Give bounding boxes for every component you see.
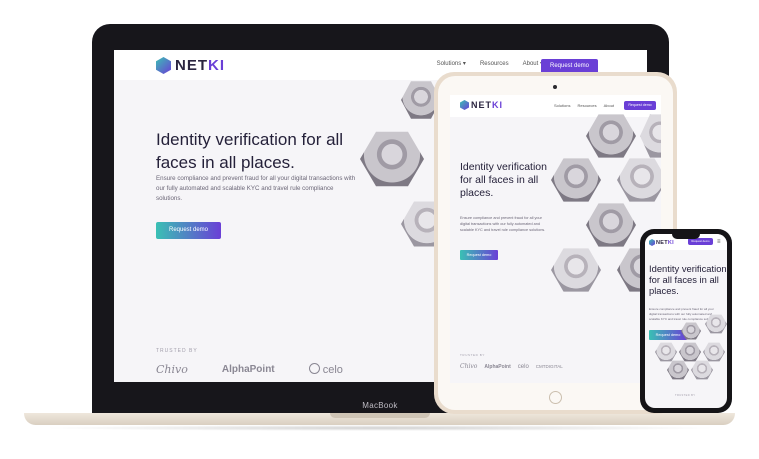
nav-about[interactable]: About	[604, 103, 614, 108]
logo-text-accent: KI	[492, 100, 503, 110]
face-hexagon-image	[617, 158, 661, 202]
face-hexagon-image	[703, 342, 725, 362]
tablet-nav-links: Solutions Resources About	[554, 103, 614, 108]
nav-solutions[interactable]: Solutions	[554, 103, 570, 108]
nav-links: Solutions ▾ Resources About ▾	[437, 60, 543, 68]
hero-subtitle: Ensure compliance and prevent fraud for …	[460, 216, 546, 232]
hexagon-logo-icon	[460, 100, 469, 110]
nav-solutions[interactable]: Solutions ▾	[437, 60, 466, 68]
tablet-navbar: NETKI Solutions Resources About Request …	[450, 95, 661, 117]
hamburger-menu-icon[interactable]: ≡	[717, 239, 721, 245]
hero-title: Identity verification for all faces in a…	[649, 263, 727, 296]
phone-notch	[672, 234, 700, 239]
face-hexagon-image	[667, 360, 689, 380]
hero-request-demo-button[interactable]: Request demo	[156, 222, 221, 239]
hero-title: Identity verification for all faces in a…	[460, 161, 547, 199]
nav-resources[interactable]: Resources	[480, 60, 509, 67]
brand-logo-chivo: Chivo	[156, 363, 188, 376]
face-hexagon-image	[551, 248, 601, 292]
tablet-home-button[interactable]	[549, 391, 562, 404]
brand-logo-celo: celo	[517, 363, 529, 370]
laptop-shadow	[40, 425, 720, 431]
brand-logo-chivo: Chivo	[460, 363, 478, 370]
tablet-camera	[553, 85, 557, 89]
hexagon-logo-icon	[649, 239, 655, 246]
netki-logo[interactable]: NETKI	[649, 239, 674, 246]
chevron-down-icon: ▾	[462, 61, 466, 67]
logo-text-accent: KI	[208, 57, 225, 74]
logo-text-accent: KI	[667, 239, 675, 246]
logo-text-main: NET	[656, 239, 668, 246]
phone-screen: NETKI Request demo ≡ Identity verificati…	[645, 234, 727, 408]
brand-logo-celo: celo	[308, 363, 343, 376]
hexagon-logo-icon	[156, 57, 171, 74]
trusted-by-label: TRUSTED BY	[675, 394, 696, 397]
netki-logo[interactable]: NETKI	[156, 57, 225, 74]
trusted-by-label: TRUSTED BY	[460, 353, 486, 357]
face-hexagon-image	[586, 203, 636, 247]
brand-logo-alphapoint: AlphaPoint	[221, 364, 275, 375]
brand-logo-alphapoint: AlphaPoint	[484, 363, 511, 370]
nav-request-demo-button[interactable]: Request demo	[624, 101, 656, 110]
face-hexagon-image	[655, 342, 677, 362]
logo-text-main: NET	[175, 57, 208, 74]
nav-about[interactable]: About ▾	[523, 60, 543, 68]
face-hexagon-image	[551, 158, 601, 202]
face-hexagon-image	[640, 114, 661, 158]
brand-logo-cmtdigital: CMTDIGITAL	[535, 364, 563, 369]
face-hexagon-image	[679, 342, 701, 362]
nav-request-demo-button[interactable]: Request demo	[688, 238, 713, 245]
trusted-by-label: TRUSTED BY	[156, 348, 198, 354]
face-hexagon-image	[586, 114, 636, 158]
celo-ring-icon	[308, 363, 320, 374]
trusted-brands-row: Chivo AlphaPoint celo	[156, 363, 343, 376]
tablet-screen: NETKI Solutions Resources About Request …	[450, 95, 661, 383]
nav-resources[interactable]: Resources	[577, 103, 596, 108]
tablet-brands-row: Chivo AlphaPoint celo CMTDIGITAL	[460, 363, 563, 370]
face-hexagon-image	[691, 360, 713, 380]
macbook-label: MacBook	[362, 401, 398, 410]
laptop-notch	[330, 413, 430, 418]
hero-subtitle: Ensure compliance and prevent fraud for …	[156, 175, 356, 202]
hero-request-demo-button[interactable]: Request demo	[460, 250, 498, 260]
logo-text-main: NET	[471, 100, 492, 110]
hero-title: Identity verification for all faces in a…	[156, 130, 344, 172]
netki-logo[interactable]: NETKI	[460, 100, 503, 110]
